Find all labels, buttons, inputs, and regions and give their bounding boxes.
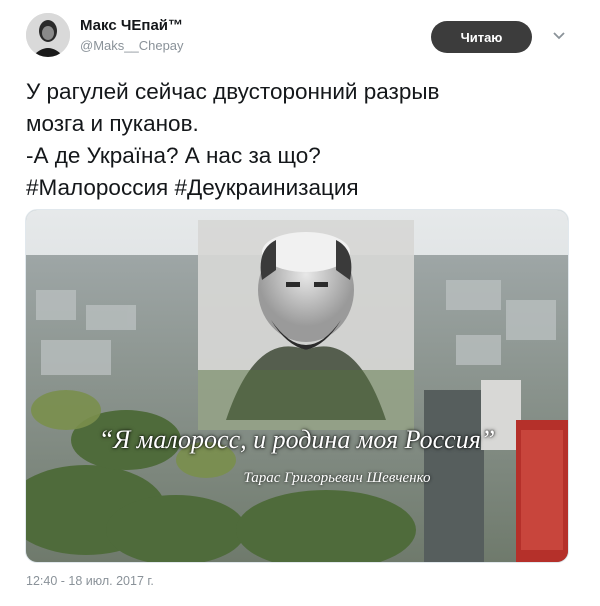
chevron-down-icon[interactable] (548, 25, 570, 47)
tweet-image[interactable]: “Я малоросс, и родина моя Россия” Тарас … (25, 209, 569, 563)
image-quote-author: Тарас Григорьевич Шевченко (243, 470, 431, 486)
tweet-text-line: мозга и пуканов. (26, 111, 199, 136)
city-portrait-image (26, 210, 568, 562)
tweet-hashtags[interactable]: #Малороссия #Деукраинизация (26, 172, 576, 204)
tweet-header: Макс ЧЕпай™ @Maks__Chepay Читаю (26, 10, 586, 62)
tweet-text-line: У рагулей сейчас двусторонний разрыв (26, 79, 440, 104)
author-handle[interactable]: @Maks__Chepay (80, 38, 184, 53)
author-name[interactable]: Макс ЧЕпай™ (80, 17, 183, 34)
image-quote: “Я малоросс, и родина моя Россия” (98, 425, 496, 454)
tweet-text: У рагулей сейчас двусторонний разрыв моз… (26, 76, 576, 204)
tweet-timestamp[interactable]: 12:40 - 18 июл. 2017 г. (26, 574, 154, 588)
tweet-text-line: -А де Україна? А нас за що? (26, 143, 321, 168)
avatar[interactable] (26, 13, 70, 57)
following-button[interactable]: Читаю (431, 21, 532, 53)
